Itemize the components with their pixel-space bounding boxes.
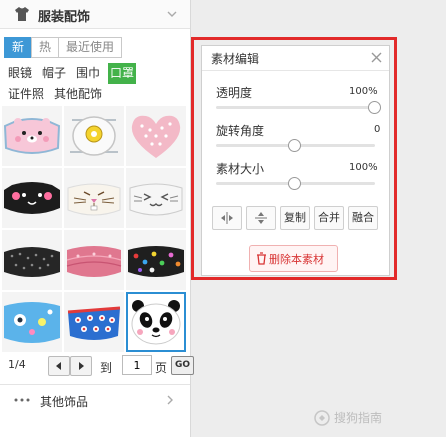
rotation-slider-thumb[interactable] [288,139,301,152]
mask-item-bear[interactable] [2,106,62,166]
category-id-photo[interactable]: 证件照 [6,84,46,105]
flip-vertical-icon [255,212,267,224]
other-accessories-label: 其他饰品 [40,395,89,409]
category-scarves[interactable]: 围巾 [74,63,102,84]
size-slider[interactable] [216,177,375,190]
size-slider-thumb[interactable] [288,177,301,190]
mask-item-black-polka[interactable] [126,230,186,290]
goto-label: 到 [100,361,113,375]
category-glasses[interactable]: 眼镜 [6,63,34,84]
dialog-title: 素材编辑 [211,52,260,66]
mask-item-black-cute[interactable] [2,168,62,228]
go-button[interactable]: GO [171,356,194,375]
opacity-value: 100% [349,86,378,97]
flip-horizontal-button[interactable] [212,206,242,230]
chevron-down-icon[interactable] [166,8,178,20]
panel-header[interactable]: 服装配饰 [0,0,190,29]
copy-button[interactable]: 复制 [280,206,310,230]
chevron-right-icon[interactable] [164,394,176,406]
prev-page-button[interactable] [48,356,70,376]
shirt-icon [15,7,29,21]
page-number-input[interactable] [122,355,152,375]
mask-item-n95[interactable] [64,106,124,166]
delete-material-button[interactable]: 删除本素材 [249,245,338,272]
arrow-right-icon [79,362,84,370]
dialog-header: 素材编辑 [202,46,389,71]
mask-grid [2,106,188,352]
rotation-slider[interactable] [216,139,375,152]
size-value: 100% [349,162,378,173]
page-suffix-label: 页 [155,361,168,375]
panel-title: 服装配饰 [38,10,91,25]
mask-item-blue-eyeball[interactable] [64,292,124,352]
filter-tabs: 新 热 最近使用 [4,37,123,58]
watermark-text: 搜狗指南 [334,411,383,425]
mask-item-cat[interactable] [126,168,186,228]
tab-hot[interactable]: 热 [31,37,60,58]
tab-recent[interactable]: 最近使用 [58,37,123,58]
blend-button[interactable]: 融合 [348,206,378,230]
category-masks[interactable]: 口罩 [108,63,137,84]
category-hats[interactable]: 帽子 [40,63,68,84]
flip-vertical-button[interactable] [246,206,276,230]
page-count: 1/4 [8,358,26,371]
close-icon[interactable] [371,52,382,63]
opacity-label: 透明度 [216,86,253,100]
material-editor-dialog: 素材编辑 透明度 100% 旋转角度 0 素材大小 100% 复制 合并 融合 … [201,45,390,276]
watermark-logo-icon [314,410,330,426]
pagination: 1/4 到 页 GO [8,355,194,377]
category-other-accessories[interactable]: 其他配饰 [52,84,104,105]
category-list: 眼镜 帽子 围巾 口罩 证件照 其他配饰 [6,63,190,105]
opacity-slider-thumb[interactable] [368,101,381,114]
next-page-button[interactable] [70,356,92,376]
flip-horizontal-icon [221,212,233,224]
other-accessories-section[interactable]: 其他饰品 [0,384,190,415]
mask-item-rabbit[interactable] [64,168,124,228]
rotation-value: 0 [374,124,381,135]
tab-new[interactable]: 新 [4,37,33,58]
mask-item-pink-floral[interactable] [126,106,186,166]
delete-label: 删除本素材 [269,253,324,266]
rotation-label: 旋转角度 [216,124,265,138]
opacity-slider[interactable] [216,101,381,114]
accessories-panel: 服装配饰 新 热 最近使用 眼镜 帽子 围巾 口罩 证件照 其他配饰 1/4 到… [0,0,194,437]
mask-item-pink-patterned[interactable] [64,230,124,290]
arrow-left-icon [56,362,61,370]
size-label: 素材大小 [216,162,265,176]
merge-button[interactable]: 合并 [314,206,344,230]
trash-icon [257,252,266,265]
more-dots-icon [14,398,30,402]
mask-item-panda[interactable] [126,292,186,352]
mask-item-black-sequin[interactable] [2,230,62,290]
mask-item-blue-cartoon[interactable] [2,292,62,352]
